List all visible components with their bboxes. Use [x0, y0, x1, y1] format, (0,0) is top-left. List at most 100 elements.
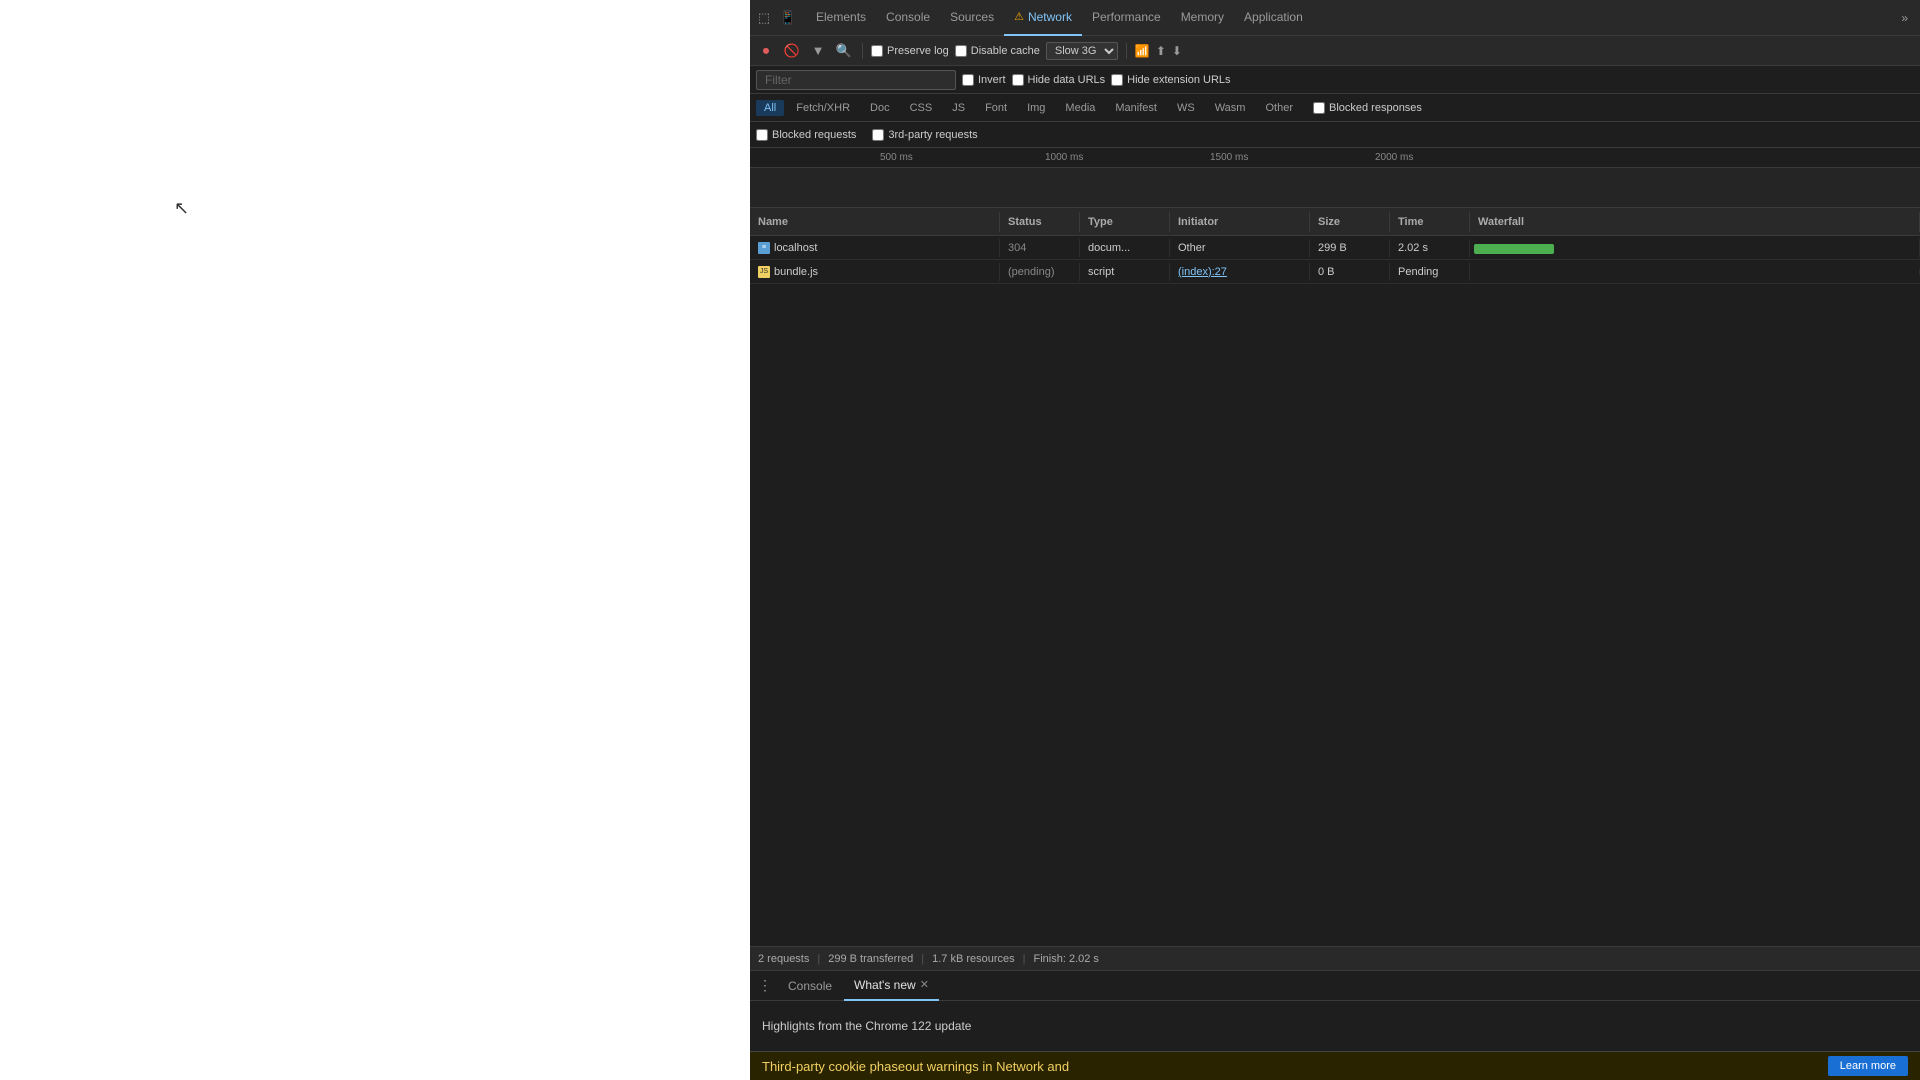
third-party-requests-checkbox[interactable]: 3rd-party requests — [872, 129, 977, 141]
devtools-icon-buttons: ⬚ 📱 — [754, 8, 798, 28]
console-tab-whatsnew[interactable]: What's new ✕ — [844, 971, 939, 1001]
td-status-bundle: (pending) — [1000, 263, 1080, 281]
file-icon-js: JS — [758, 266, 770, 278]
filter-input[interactable] — [756, 70, 956, 90]
tab-application[interactable]: Application — [1234, 0, 1313, 36]
blocked-requests-input[interactable] — [756, 129, 768, 141]
blocked-responses-checkbox[interactable]: Blocked responses — [1313, 102, 1422, 114]
browser-page-area: ↖ — [0, 0, 750, 1080]
type-btn-manifest[interactable]: Manifest — [1107, 100, 1165, 116]
console-highlights: Highlights from the Chrome 122 update — [750, 1001, 1920, 1051]
td-name-localhost: ≡ localhost — [750, 239, 1000, 257]
throttle-select[interactable]: Slow 3G — [1046, 42, 1118, 60]
third-party-requests-input[interactable] — [872, 129, 884, 141]
type-btn-css[interactable]: CSS — [902, 100, 941, 116]
console-area: ⋮ Console What's new ✕ Highlights from t… — [750, 970, 1920, 1080]
type-btn-js[interactable]: JS — [944, 100, 973, 116]
td-name-bundle: JS bundle.js — [750, 263, 1000, 281]
hide-data-urls-input[interactable] — [1012, 74, 1024, 86]
type-btn-other[interactable]: Other — [1257, 100, 1301, 116]
invert-input[interactable] — [962, 74, 974, 86]
type-btn-all[interactable]: All — [756, 100, 784, 116]
filter-icon[interactable]: ▼ — [808, 41, 828, 61]
waterfall-bar — [1474, 244, 1554, 254]
hide-extension-urls-input[interactable] — [1111, 74, 1123, 86]
type-btn-wasm[interactable]: Wasm — [1207, 100, 1254, 116]
preserve-log-checkbox[interactable]: Preserve log — [871, 45, 949, 57]
preserve-log-input[interactable] — [871, 45, 883, 57]
type-btn-font[interactable]: Font — [977, 100, 1015, 116]
timeline-mark-2000: 2000 ms — [1375, 152, 1413, 163]
status-finish: Finish: 2.02 s — [1034, 953, 1099, 965]
hide-extension-urls-checkbox[interactable]: Hide extension URLs — [1111, 74, 1230, 86]
clear-button[interactable]: 🚫 — [782, 41, 802, 61]
td-initiator-localhost: Other — [1170, 239, 1310, 257]
network-table: Name Status Type Initiator Size Time Wat… — [750, 208, 1920, 946]
blocked-requests-checkbox[interactable]: Blocked requests — [756, 129, 856, 141]
status-sep-3: | — [1023, 953, 1026, 965]
blocked-responses-input[interactable] — [1313, 102, 1325, 114]
th-type[interactable]: Type — [1080, 212, 1170, 232]
timeline-graph[interactable] — [750, 168, 1920, 207]
timeline-mark-1000: 1000 ms — [1045, 152, 1083, 163]
th-name[interactable]: Name — [750, 212, 1000, 232]
th-size[interactable]: Size — [1310, 212, 1390, 232]
timeline-mark-500: 500 ms — [880, 152, 913, 163]
th-waterfall[interactable]: Waterfall — [1470, 212, 1920, 232]
tab-sources[interactable]: Sources — [940, 0, 1004, 36]
type-btn-ws[interactable]: WS — [1169, 100, 1203, 116]
hide-data-urls-checkbox[interactable]: Hide data URLs — [1012, 74, 1106, 86]
devtools-panel: ⬚ 📱 Elements Console Sources ⚠ Network P… — [750, 0, 1920, 1080]
td-status-localhost: 304 — [1000, 239, 1080, 257]
status-sep-2: | — [921, 953, 924, 965]
td-time-localhost: 2.02 s — [1390, 239, 1470, 257]
device-emulation-icon[interactable]: 📱 — [778, 8, 798, 28]
timeline-ruler: 500 ms 1000 ms 1500 ms 2000 ms — [750, 148, 1920, 168]
type-btn-doc[interactable]: Doc — [862, 100, 898, 116]
close-whatsnew-tab[interactable]: ✕ — [920, 978, 929, 991]
network-toolbar: ⏺ 🚫 ▼ 🔍 Preserve log Disable cache Slow … — [750, 36, 1920, 66]
file-icon-doc: ≡ — [758, 242, 770, 254]
type-btn-fetch-xhr[interactable]: Fetch/XHR — [788, 100, 858, 116]
tab-console[interactable]: Console — [876, 0, 940, 36]
type-btn-media[interactable]: Media — [1057, 100, 1103, 116]
tab-elements[interactable]: Elements — [806, 0, 876, 36]
status-transferred: 299 B transferred — [828, 953, 913, 965]
table-body: ≡ localhost 304 docum... Other 299 B 2.0… — [750, 236, 1920, 946]
invert-checkbox[interactable]: Invert — [962, 74, 1006, 86]
th-status[interactable]: Status — [1000, 212, 1080, 232]
disable-cache-checkbox[interactable]: Disable cache — [955, 45, 1040, 57]
search-button[interactable]: 🔍 — [834, 41, 854, 61]
timeline-area: 500 ms 1000 ms 1500 ms 2000 ms — [750, 148, 1920, 208]
type-btn-img[interactable]: Img — [1019, 100, 1053, 116]
th-initiator[interactable]: Initiator — [1170, 212, 1310, 232]
tab-network[interactable]: ⚠ Network — [1004, 0, 1082, 36]
td-waterfall-bundle — [1470, 269, 1920, 275]
tab-memory[interactable]: Memory — [1171, 0, 1234, 36]
status-requests: 2 requests — [758, 953, 809, 965]
devtools-tab-bar: ⬚ 📱 Elements Console Sources ⚠ Network P… — [750, 0, 1920, 36]
console-tab-console[interactable]: Console — [778, 971, 842, 1001]
td-type-bundle: script — [1080, 263, 1170, 281]
table-row[interactable]: ≡ localhost 304 docum... Other 299 B 2.0… — [750, 236, 1920, 260]
table-row[interactable]: JS bundle.js (pending) script (index):27… — [750, 260, 1920, 284]
tab-performance[interactable]: Performance — [1082, 0, 1171, 36]
type-filter-row: All Fetch/XHR Doc CSS JS Font Img Media … — [750, 94, 1920, 122]
console-tab-bar: ⋮ Console What's new ✕ — [750, 971, 1920, 1001]
status-resources: 1.7 kB resources — [932, 953, 1015, 965]
filter-row: Invert Hide data URLs Hide extension URL… — [750, 66, 1920, 94]
learn-more-button[interactable]: Learn more — [1828, 1056, 1908, 1076]
inspect-element-icon[interactable]: ⬚ — [754, 8, 774, 28]
upload-icon[interactable]: ⬆ — [1156, 44, 1166, 58]
download-icon[interactable]: ⬇ — [1172, 44, 1182, 58]
more-tabs-icon[interactable]: » — [1893, 7, 1916, 29]
mouse-cursor: ↖ — [174, 198, 188, 216]
warning-icon: ⚠ — [1014, 10, 1024, 23]
console-menu-icon[interactable]: ⋮ — [754, 973, 776, 998]
disable-cache-input[interactable] — [955, 45, 967, 57]
record-stop-button[interactable]: ⏺ — [756, 41, 776, 61]
status-bar: 2 requests | 299 B transferred | 1.7 kB … — [750, 946, 1920, 970]
th-time[interactable]: Time — [1390, 212, 1470, 232]
td-initiator-bundle[interactable]: (index):27 — [1170, 263, 1310, 281]
wifi-icon[interactable]: 📶 — [1135, 44, 1150, 58]
